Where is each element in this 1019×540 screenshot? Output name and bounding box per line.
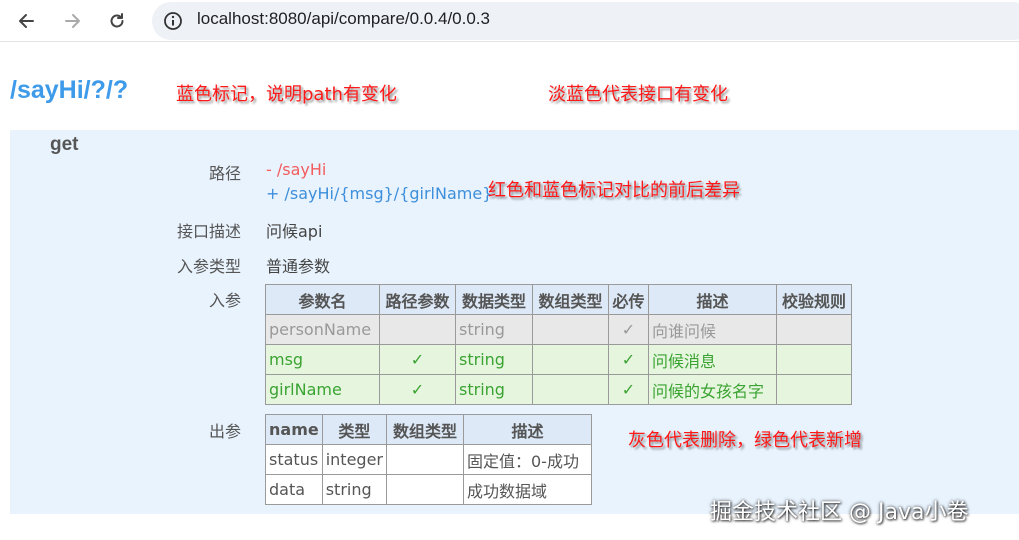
route-title: /sayHi/?/? [10,76,129,104]
url-text[interactable]: localhost:8080/api/compare/0.0.4/0.0.3 [197,9,490,29]
check-icon: ✓ [379,344,456,375]
table-row: girlName ✓ string ✓ 问候的女孩名字 [265,374,852,405]
param-type-value: 普通参数 [266,257,331,276]
path-old-value: - /sayHi [266,160,327,179]
table-cell [532,344,609,375]
site-info-icon[interactable] [162,10,184,32]
table-cell: 固定值：0-成功 [463,444,592,475]
input-params-table: 参数名 路径参数 数据类型 数组类型 必传 描述 校验规则 personName string… [265,284,852,405]
path-new-value: + /sayHi/{msg}/{girlName} [266,184,493,203]
annotation-blue-mark: 蓝色标记，说明path有变化 [176,84,397,105]
param-type-label: 入参类型 [176,257,241,276]
table-cell: string [455,374,533,405]
column-header: 数组类型 [386,414,464,445]
table-cell [532,314,609,345]
table-cell: integer [321,444,388,475]
column-header: 参数名 [265,284,380,315]
table-row: msg ✓ string ✓ 问候消息 [265,344,852,375]
table-cell: 向谁问候 [648,314,777,345]
forward-arrow-icon[interactable] [59,8,85,34]
table-cell: string [455,344,533,375]
watermark: 掘金技术社区 @ Java小卷 [710,500,969,525]
table-cell [386,444,464,475]
check-icon: ✓ [379,374,456,405]
check-icon: ✓ [608,314,649,345]
back-arrow-icon[interactable] [14,8,40,34]
reload-icon[interactable] [104,8,130,34]
description-value: 问候api [266,222,323,241]
column-header: 描述 [648,284,777,315]
output-params-table: name 类型 数组类型 描述 status integer 固定值：0-成功 data st… [265,414,592,505]
column-header: 校验规则 [776,284,852,315]
check-icon: ✓ [608,344,649,375]
column-header: 必传 [608,284,649,315]
table-cell: 问候消息 [648,344,777,375]
annotation-gray-green: 灰色代表删除，绿色代表新增 [628,430,862,451]
description-label: 接口描述 [176,222,241,241]
column-header: name [265,414,323,445]
table-cell [386,474,464,505]
table-cell: 问候的女孩名字 [648,374,777,405]
table-cell [776,344,852,375]
table-cell [532,374,609,405]
table-cell: personName [265,314,380,345]
column-header: 路径参数 [379,284,456,315]
table-cell: msg [265,344,380,375]
address-bar[interactable]: localhost:8080/api/compare/0.0.4/0.0.3 [152,2,1019,40]
column-header: 数据类型 [455,284,533,315]
table-row: status integer 固定值：0-成功 [265,444,592,475]
table-cell: string [455,314,533,345]
table-cell: data [265,474,323,505]
table-cell [776,374,852,405]
table-cell: 成功数据域 [463,474,592,505]
annotation-light-blue: 淡蓝色代表接口有变化 [548,84,728,105]
column-header: 数组类型 [532,284,609,315]
table-cell [776,314,852,345]
annotation-red-blue-diff: 红色和蓝色标记对比的前后差异 [488,180,740,201]
table-cell: status [265,444,323,475]
path-label: 路径 [208,164,241,183]
table-row: personName string ✓ 向谁问候 [265,314,852,345]
column-header: 描述 [463,414,592,445]
output-params-label: 出参 [208,422,241,441]
table-cell [379,314,456,345]
http-method: get [50,134,79,155]
browser-toolbar: localhost:8080/api/compare/0.0.4/0.0.3 [0,0,1019,42]
input-params-label: 入参 [208,291,241,310]
table-cell: string [321,474,388,505]
table-cell: girlName [265,374,380,405]
column-header: 类型 [321,414,388,445]
table-row: data string 成功数据域 [265,474,592,505]
check-icon: ✓ [608,374,649,405]
